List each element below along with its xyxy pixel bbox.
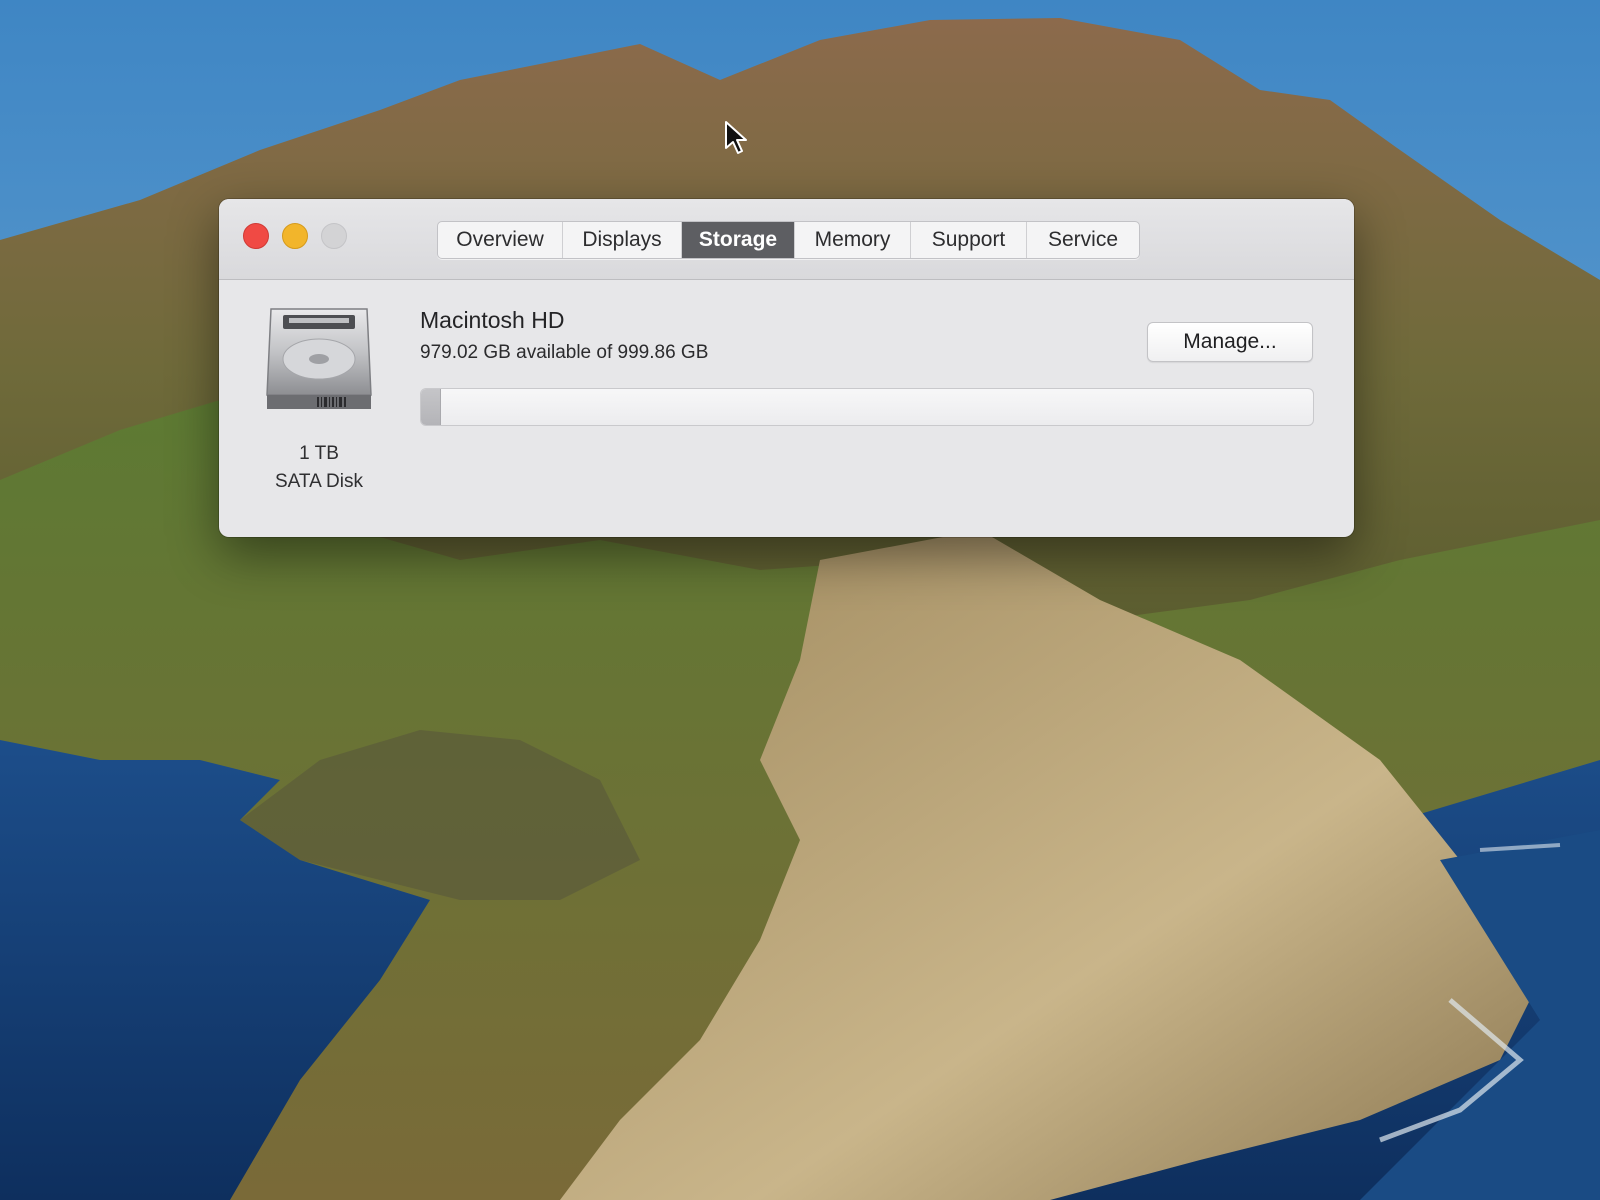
hard-drive-icon xyxy=(261,303,377,413)
volume-name: Macintosh HD xyxy=(420,307,565,333)
mouse-pointer-icon xyxy=(724,120,750,156)
zoom-window-button xyxy=(321,223,347,249)
volume-available-text: 979.02 GB available of 999.86 GB xyxy=(420,342,709,363)
tab-memory[interactable]: Memory xyxy=(795,222,911,258)
about-this-mac-window: Overview Displays Storage Memory Support… xyxy=(219,199,1354,537)
storage-usage-bar xyxy=(420,388,1314,426)
close-window-button[interactable] xyxy=(243,223,269,249)
disk-info: 1 TB SATA Disk xyxy=(249,440,389,496)
disk-capacity: 1 TB xyxy=(299,443,339,464)
window-titlebar[interactable]: Overview Displays Storage Memory Support… xyxy=(219,199,1354,280)
tab-service[interactable]: Service xyxy=(1027,222,1139,258)
disk-type: SATA Disk xyxy=(275,471,363,492)
desktop-wallpaper xyxy=(0,0,1600,1200)
tab-overview[interactable]: Overview xyxy=(438,222,563,258)
manage-button[interactable]: Manage... xyxy=(1147,322,1313,362)
minimize-window-button[interactable] xyxy=(282,223,308,249)
tab-bar: Overview Displays Storage Memory Support… xyxy=(437,221,1140,259)
tab-storage[interactable]: Storage xyxy=(682,222,795,258)
tab-support[interactable]: Support xyxy=(911,222,1027,258)
storage-panel: 1 TB SATA Disk Macintosh HD 979.02 GB av… xyxy=(219,280,1354,537)
tab-displays[interactable]: Displays xyxy=(563,222,682,258)
storage-used-segment xyxy=(421,389,441,425)
